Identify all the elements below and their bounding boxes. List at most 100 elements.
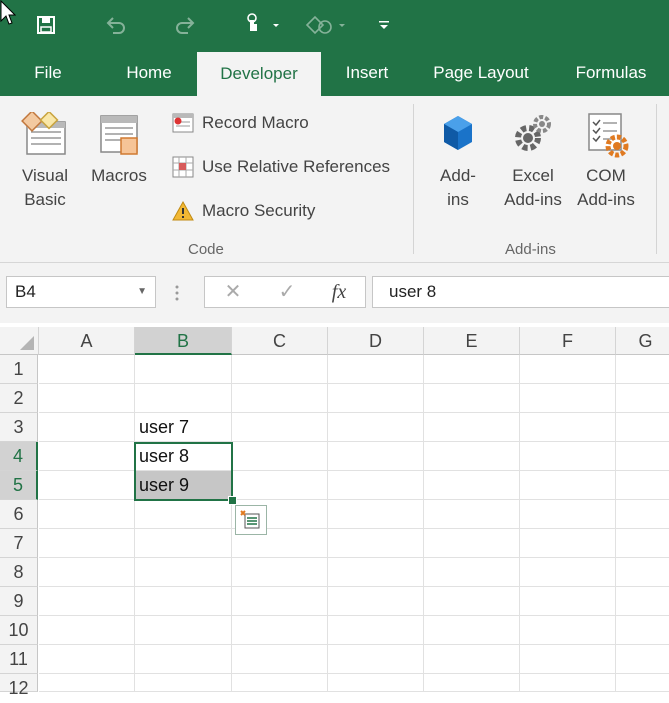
- formula-input[interactable]: user 8: [372, 276, 669, 308]
- row-header-11[interactable]: 11: [0, 645, 38, 674]
- row-header-5[interactable]: 5: [0, 471, 38, 500]
- grid-cell[interactable]: [232, 674, 328, 692]
- grid-cell[interactable]: [616, 442, 669, 471]
- enter-icon[interactable]: ✓: [267, 277, 307, 307]
- excel-add-ins-button[interactable]: Excel Add-ins: [498, 112, 568, 212]
- grid-cell[interactable]: [232, 645, 328, 674]
- grid-cell[interactable]: [328, 413, 424, 442]
- customize-qat-icon[interactable]: [374, 12, 394, 38]
- grid-cell[interactable]: [39, 442, 135, 471]
- grid-cell[interactable]: [232, 587, 328, 616]
- grid-cell[interactable]: [424, 529, 520, 558]
- column-header-a[interactable]: A: [39, 327, 135, 355]
- tab-insert[interactable]: Insert: [334, 50, 400, 96]
- grid-cell[interactable]: [39, 471, 135, 500]
- add-ins-button[interactable]: Add-ins: [430, 112, 486, 212]
- grid-cell[interactable]: [424, 500, 520, 529]
- draw-shape-icon[interactable]: [303, 12, 349, 38]
- formula-bar-splitter-icon[interactable]: [175, 285, 179, 306]
- grid-cell[interactable]: [424, 355, 520, 384]
- grid-cell[interactable]: [232, 558, 328, 587]
- com-add-ins-button[interactable]: COM Add-ins: [572, 112, 640, 212]
- column-header-b[interactable]: B: [135, 327, 232, 355]
- tab-home[interactable]: Home: [112, 50, 186, 96]
- grid-cell[interactable]: [520, 645, 616, 674]
- column-header-c[interactable]: C: [232, 327, 328, 355]
- grid-cell[interactable]: [616, 500, 669, 529]
- save-icon[interactable]: [34, 12, 58, 38]
- grid-cell[interactable]: [232, 442, 328, 471]
- grid-cell[interactable]: [616, 674, 669, 692]
- grid-cell[interactable]: [520, 616, 616, 645]
- visual-basic-button[interactable]: Visual Basic: [14, 110, 76, 212]
- grid-cell[interactable]: [424, 471, 520, 500]
- row-header-9[interactable]: 9: [0, 587, 38, 616]
- cancel-icon[interactable]: ✕: [213, 277, 253, 307]
- row-header-8[interactable]: 8: [0, 558, 38, 587]
- grid-cell[interactable]: [424, 616, 520, 645]
- column-header-f[interactable]: F: [520, 327, 616, 355]
- redo-icon[interactable]: [172, 12, 198, 38]
- select-all-corner[interactable]: [0, 327, 39, 355]
- row-header-1[interactable]: 1: [0, 355, 38, 384]
- grid-cell[interactable]: [232, 616, 328, 645]
- column-header-e[interactable]: E: [424, 327, 520, 355]
- grid-cell[interactable]: [616, 558, 669, 587]
- name-box-dropdown-icon[interactable]: ▼: [137, 277, 147, 307]
- grid-cell[interactable]: [328, 500, 424, 529]
- grid-cell[interactable]: [39, 384, 135, 413]
- grid-cell[interactable]: [616, 384, 669, 413]
- grid-cell[interactable]: [424, 442, 520, 471]
- grid-cell[interactable]: [328, 616, 424, 645]
- insert-function-icon[interactable]: fx: [319, 277, 359, 307]
- grid-cell[interactable]: [135, 587, 232, 616]
- grid-cell[interactable]: [616, 413, 669, 442]
- grid-cell[interactable]: [616, 616, 669, 645]
- macros-button[interactable]: Macros: [86, 112, 152, 188]
- undo-icon[interactable]: [103, 12, 129, 38]
- touch-mode-icon[interactable]: [241, 12, 281, 38]
- grid-cell[interactable]: [135, 558, 232, 587]
- name-box[interactable]: B4 ▼: [6, 276, 156, 308]
- grid-cell[interactable]: [328, 355, 424, 384]
- record-macro-button[interactable]: Record Macro: [172, 112, 309, 134]
- tab-file[interactable]: File: [20, 50, 76, 96]
- grid-cell[interactable]: [520, 442, 616, 471]
- grid-cell[interactable]: [520, 558, 616, 587]
- row-header-4[interactable]: 4: [0, 442, 38, 471]
- grid-cell[interactable]: [424, 384, 520, 413]
- tab-developer[interactable]: Developer: [197, 52, 321, 96]
- grid-cell[interactable]: [328, 558, 424, 587]
- grid-cell[interactable]: [232, 471, 328, 500]
- grid-cell[interactable]: [520, 355, 616, 384]
- grid-cell[interactable]: [520, 587, 616, 616]
- cell-b3[interactable]: user 7: [135, 413, 232, 442]
- column-header-d[interactable]: D: [328, 327, 424, 355]
- macro-security-button[interactable]: Macro Security: [172, 200, 315, 222]
- grid-cell[interactable]: [135, 674, 232, 692]
- grid-cell[interactable]: [424, 645, 520, 674]
- grid-cell[interactable]: [520, 529, 616, 558]
- quick-analysis-button[interactable]: [235, 505, 267, 535]
- row-header-3[interactable]: 3: [0, 413, 38, 442]
- grid-cell[interactable]: [424, 674, 520, 692]
- grid-cell[interactable]: [328, 384, 424, 413]
- grid-cell[interactable]: [135, 645, 232, 674]
- grid-cell[interactable]: [39, 529, 135, 558]
- grid-cell[interactable]: [424, 413, 520, 442]
- grid-cell[interactable]: [520, 384, 616, 413]
- grid-cell[interactable]: [424, 558, 520, 587]
- grid-cell[interactable]: [520, 674, 616, 692]
- tab-formulas[interactable]: Formulas: [566, 50, 656, 96]
- grid-cell[interactable]: [328, 529, 424, 558]
- grid-cell[interactable]: [135, 529, 232, 558]
- column-header-g[interactable]: G: [616, 327, 669, 355]
- tab-page-layout[interactable]: Page Layout: [424, 50, 538, 96]
- grid-cell[interactable]: [39, 558, 135, 587]
- grid-cell[interactable]: [520, 500, 616, 529]
- grid-cell[interactable]: [135, 384, 232, 413]
- grid-cell[interactable]: [39, 616, 135, 645]
- grid-cell[interactable]: [328, 442, 424, 471]
- grid-cell[interactable]: [328, 645, 424, 674]
- grid-cell[interactable]: [39, 355, 135, 384]
